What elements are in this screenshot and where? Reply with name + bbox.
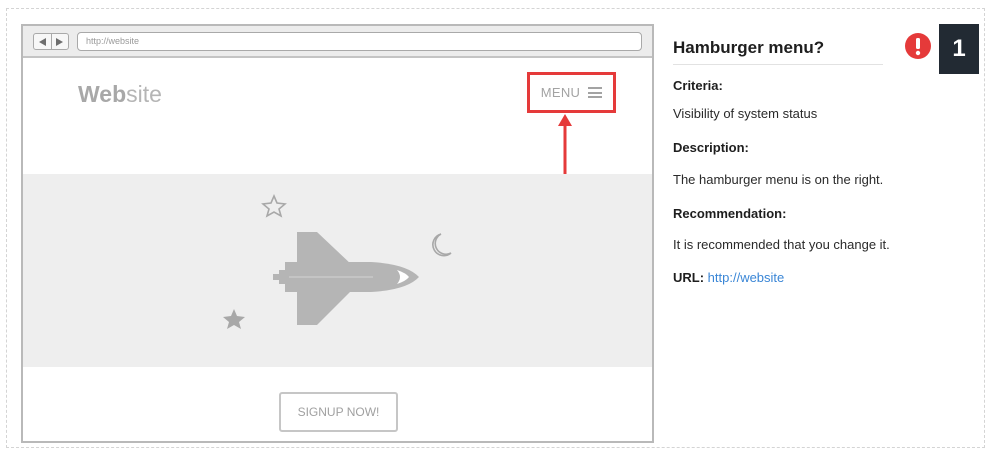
- back-arrow-icon: [38, 37, 46, 46]
- recommendation-label: Recommendation:: [673, 206, 787, 221]
- hamburger-menu-button[interactable]: MENU: [527, 72, 616, 113]
- alert-icon: [905, 33, 931, 59]
- browser-toolbar: http://website: [23, 26, 652, 58]
- hero-banner: [23, 174, 652, 367]
- space-shuttle-icon: [273, 232, 419, 325]
- title-divider: [673, 64, 883, 65]
- url-label: URL:: [673, 270, 705, 285]
- back-button[interactable]: [34, 34, 51, 49]
- url-row: URL: http://website: [673, 270, 784, 285]
- criteria-value: Visibility of system status: [673, 106, 818, 121]
- star-outline-icon: [261, 193, 287, 218]
- site-logo-rest: site: [126, 81, 162, 107]
- url-link[interactable]: http://website: [708, 270, 785, 285]
- moon-icon: [432, 233, 452, 257]
- address-bar[interactable]: http://website: [77, 32, 642, 51]
- browser-mockup: http://website Website MENU SIGNUP NOW!: [21, 24, 654, 443]
- issue-title: Hamburger menu?: [673, 38, 825, 57]
- criteria-label: Criteria:: [673, 78, 723, 93]
- menu-label: MENU: [540, 85, 581, 100]
- recommendation-value: It is recommended that you change it.: [673, 237, 890, 252]
- description-label: Description:: [673, 140, 749, 155]
- description-value: The hamburger menu is on the right.: [673, 172, 884, 187]
- hamburger-icon: [588, 87, 603, 98]
- site-logo[interactable]: Website: [78, 81, 162, 108]
- forward-button[interactable]: [50, 34, 69, 49]
- site-logo-bold: Web: [78, 81, 127, 107]
- issue-number-badge: 1: [939, 24, 979, 74]
- forward-arrow-icon: [56, 37, 64, 46]
- signup-button[interactable]: SIGNUP NOW!: [279, 392, 398, 432]
- star-filled-icon: [223, 309, 245, 329]
- nav-buttons: [33, 33, 69, 50]
